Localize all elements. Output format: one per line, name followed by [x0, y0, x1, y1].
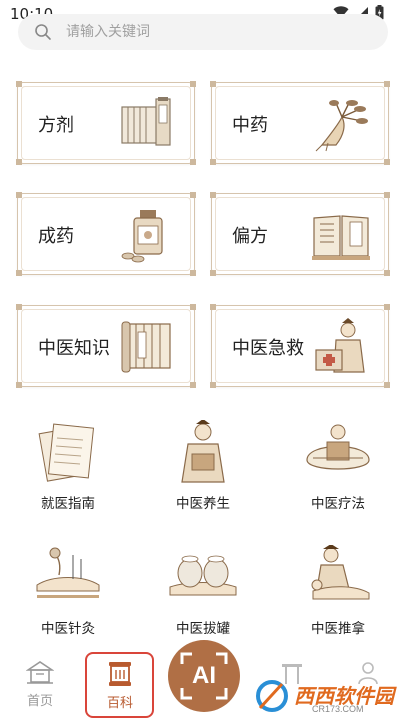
- grid-item-zhongyi-baguan[interactable]: 中医拔罐: [153, 545, 253, 645]
- treatment-tools-icon: [306, 424, 370, 470]
- ai-button[interactable]: AI: [168, 640, 240, 712]
- grid-item-zhongyi-zhenjiu[interactable]: 中医针灸: [18, 545, 118, 645]
- grid-item-zhongyi-tuina[interactable]: 中医推拿: [288, 545, 388, 645]
- card-chengyao[interactable]: 成药: [16, 192, 196, 276]
- nav-home[interactable]: 首页: [10, 660, 70, 709]
- doctor-first-aid-icon: [315, 318, 365, 373]
- card-fangji[interactable]: 方剂: [16, 81, 196, 165]
- card-label: 中药: [232, 115, 268, 136]
- medicine-bottle-icon: [121, 210, 163, 263]
- nav-highlight-frame: [85, 652, 154, 718]
- card-zhongyi-zhishi[interactable]: 中医知识: [16, 304, 196, 388]
- grid-label: 中医拔罐: [176, 621, 230, 637]
- cupping-icon: [169, 555, 237, 596]
- card-zhongyao[interactable]: 中药: [210, 81, 390, 165]
- search-bar[interactable]: [18, 14, 388, 50]
- bamboo-scroll-icon: [121, 321, 171, 373]
- grid-label: 中医养生: [176, 496, 230, 512]
- scan-frame-icon: [180, 652, 228, 700]
- card-label: 偏方: [232, 226, 268, 247]
- grid-label: 中医疗法: [311, 496, 365, 512]
- card-label: 成药: [38, 226, 74, 247]
- doctor-holding-box-icon: [181, 420, 225, 483]
- grid-item-zhongyi-yangsheng[interactable]: 中医养生: [153, 420, 253, 520]
- grid-label: 中医推拿: [311, 621, 365, 637]
- card-zhongyi-jijiu[interactable]: 中医急救: [210, 304, 390, 388]
- search-input[interactable]: [66, 14, 366, 50]
- open-book-icon: [312, 215, 370, 260]
- home-pavilion-icon: [26, 661, 54, 684]
- watermark: 西西软件园 CR173.COM: [252, 676, 402, 716]
- watermark-logo-icon: [256, 680, 288, 712]
- paper-stack-icon: [38, 423, 95, 482]
- card-label: 方剂: [38, 115, 74, 136]
- acupuncture-icon: [36, 547, 100, 598]
- card-label: 中医急救: [232, 338, 304, 359]
- nav-label: 首页: [26, 694, 53, 709]
- grid-item-jiuyi-zhinan[interactable]: 就医指南: [18, 420, 118, 520]
- massage-icon: [311, 545, 370, 600]
- card-pianfang[interactable]: 偏方: [210, 192, 390, 276]
- grid-label: 就医指南: [41, 496, 95, 512]
- watermark-site: CR173.COM: [312, 704, 364, 714]
- grid-item-zhongyi-liaofa[interactable]: 中医疗法: [288, 420, 388, 520]
- search-icon: [35, 24, 51, 40]
- scroll-book-icon: [121, 97, 171, 146]
- ginseng-root-icon: [315, 100, 368, 152]
- grid-label: 中医针灸: [41, 621, 95, 637]
- card-label: 中医知识: [38, 338, 110, 359]
